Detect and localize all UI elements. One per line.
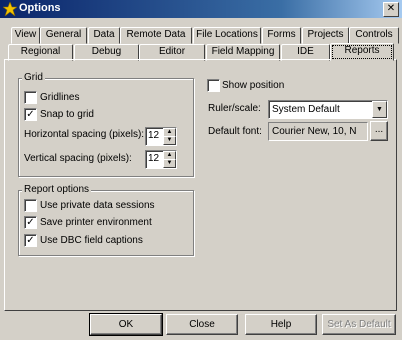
dbc-captions-label: Use DBC field captions xyxy=(40,235,143,246)
arrow-down-icon[interactable]: ▼ xyxy=(163,159,176,168)
horizontal-spacing-spinner[interactable]: 12 ▲ ▼ xyxy=(145,127,177,146)
default-font-field: Courier New, 10, N xyxy=(268,122,368,141)
default-font-label: Default font: xyxy=(208,126,262,137)
set-as-default-button[interactable]: Set As Default xyxy=(322,314,396,335)
tab-label: General xyxy=(45,29,82,40)
tab-label: View xyxy=(14,29,37,40)
close-button[interactable]: ✕ xyxy=(383,2,399,17)
close-label: Close xyxy=(189,319,215,330)
show-position-checkbox[interactable] xyxy=(207,79,220,92)
tab-label: File Locations xyxy=(196,29,258,40)
font-browse-button[interactable]: ... xyxy=(370,121,388,141)
grid-group-label: Grid xyxy=(22,72,45,83)
save-printer-checkbox[interactable]: ✓ xyxy=(24,216,37,229)
ruler-scale-dropdown[interactable]: System Default ▼ xyxy=(268,100,388,119)
tab-forms[interactable]: Forms xyxy=(262,27,301,44)
chevron-down-icon[interactable]: ▼ xyxy=(372,101,387,118)
browse-label: ... xyxy=(374,124,384,135)
help-label: Help xyxy=(270,319,292,330)
vertical-spacing-label: Vertical spacing (pixels): xyxy=(24,153,132,164)
tab-label: IDE xyxy=(297,46,314,57)
tab-label: Remote Data xyxy=(126,29,186,40)
tab-label: Forms xyxy=(267,29,296,40)
dbc-captions-checkbox[interactable]: ✓ xyxy=(24,234,37,247)
gridlines-checkbox[interactable] xyxy=(24,91,37,104)
arrow-down-icon[interactable]: ▼ xyxy=(163,136,176,145)
tab-remote-data[interactable]: Remote Data xyxy=(120,27,192,44)
vertical-spacing-value: 12 xyxy=(148,153,160,164)
tab-label: Editor xyxy=(158,46,186,57)
check-mark-icon: ✓ xyxy=(26,217,35,228)
tab-label: Projects xyxy=(307,29,344,40)
tab-projects[interactable]: Projects xyxy=(302,27,349,44)
tab-label: Debug xyxy=(91,46,122,57)
star-icon xyxy=(3,2,17,16)
tab-label: Field Mapping xyxy=(211,46,275,57)
vertical-spacing-spinner[interactable]: 12 ▲ ▼ xyxy=(145,150,177,169)
horizontal-spacing-label: Horizontal spacing (pixels): xyxy=(24,129,145,140)
help-button[interactable]: Help xyxy=(245,314,317,335)
show-position-label: Show position xyxy=(222,80,285,91)
close-dialog-button[interactable]: Close xyxy=(166,314,238,335)
tab-label: Regional xyxy=(20,46,61,57)
check-mark-icon: ✓ xyxy=(26,109,35,120)
horizontal-spacing-value: 12 xyxy=(148,130,160,141)
tab-controls[interactable]: Controls xyxy=(349,27,399,44)
ok-button[interactable]: OK xyxy=(89,313,163,336)
tab-view[interactable]: View xyxy=(11,27,40,44)
tab-data[interactable]: Data xyxy=(88,27,120,44)
tab-label: Data xyxy=(93,29,115,40)
private-sessions-checkbox[interactable] xyxy=(24,199,37,212)
default-font-value: Courier New, 10, N xyxy=(272,126,357,137)
check-mark-icon: ✓ xyxy=(26,235,35,246)
private-sessions-label: Use private data sessions xyxy=(40,200,155,211)
set-as-default-label: Set As Default xyxy=(327,319,391,330)
close-icon: ✕ xyxy=(386,3,396,14)
gridlines-label: Gridlines xyxy=(40,92,80,103)
tab-label: Controls xyxy=(355,29,393,40)
ruler-scale-value: System Default xyxy=(272,104,340,115)
snap-to-grid-checkbox[interactable]: ✓ xyxy=(24,108,37,121)
window-title: Options xyxy=(19,2,61,14)
tab-reports[interactable]: Reports xyxy=(330,43,394,61)
ok-label: OK xyxy=(118,319,134,330)
ruler-scale-label: Ruler/scale: xyxy=(208,103,261,114)
tab-label: Reports xyxy=(344,45,380,56)
tab-general[interactable]: General xyxy=(40,27,87,44)
tab-file-locations[interactable]: File Locations xyxy=(193,27,261,44)
snap-to-grid-label: Snap to grid xyxy=(40,109,94,120)
report-options-group-label: Report options xyxy=(22,184,92,195)
save-printer-label: Save printer environment xyxy=(40,217,152,228)
